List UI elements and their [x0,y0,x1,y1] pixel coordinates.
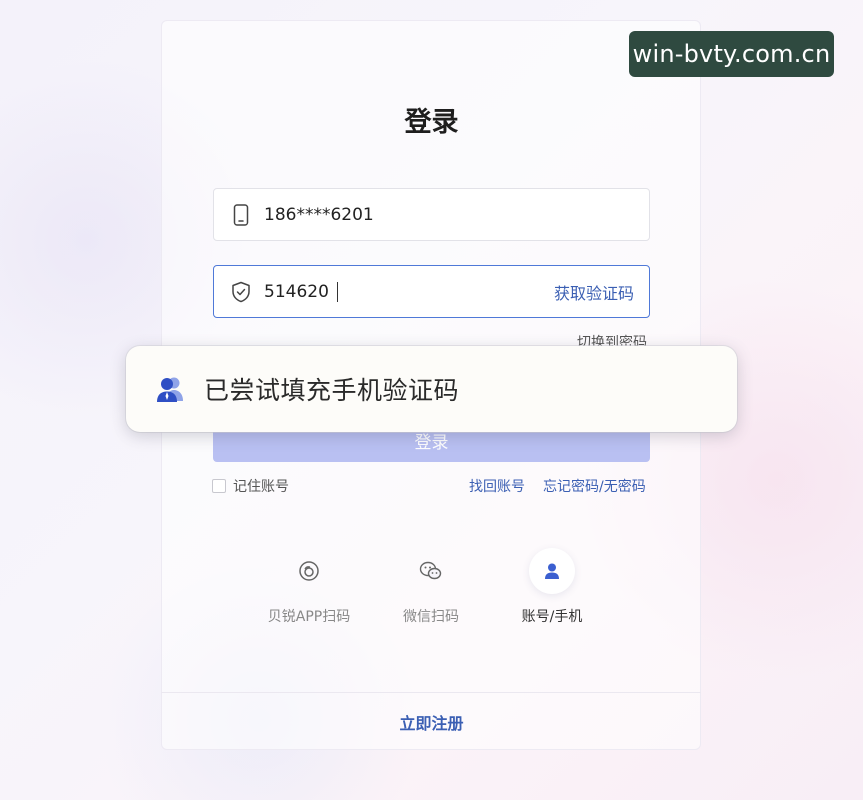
users-icon [154,373,186,405]
forgot-password-link[interactable]: 忘记密码/无密码 [543,476,646,496]
method-label: 微信扫码 [403,609,459,625]
code-field[interactable]: 514620 获取验证码 [213,265,650,318]
remember-account[interactable]: 记住账号 [212,476,289,496]
page-title: 登录 [404,107,459,138]
phone-field[interactable]: 186****6201 [213,188,650,241]
remember-label: 记住账号 [233,479,289,495]
method-label: 账号/手机 [521,609,583,625]
method-label: 贝锐APP扫码 [267,609,351,625]
method-app-scan[interactable]: 贝锐APP扫码 [254,548,364,626]
watermark: win-bvty.com.cn [629,31,834,77]
wechat-icon [408,548,454,594]
scan-icon [286,548,332,594]
method-wechat-scan[interactable]: 微信扫码 [376,548,486,626]
autofill-toast: 已尝试填充手机验证码 [126,346,737,432]
code-value: 514620 [264,281,338,302]
register-link[interactable]: 立即注册 [0,710,863,734]
user-icon [529,548,575,594]
phone-value: 186****6201 [264,204,374,225]
method-account-phone[interactable]: 账号/手机 [497,548,607,626]
phone-icon [230,203,252,227]
remember-checkbox[interactable] [212,479,226,493]
divider [161,692,701,693]
text-caret [336,281,338,302]
get-code-button[interactable]: 获取验证码 [554,280,634,304]
recover-account-link[interactable]: 找回账号 [469,476,525,496]
shield-icon [230,280,252,304]
toast-message: 已尝试填充手机验证码 [204,376,460,405]
